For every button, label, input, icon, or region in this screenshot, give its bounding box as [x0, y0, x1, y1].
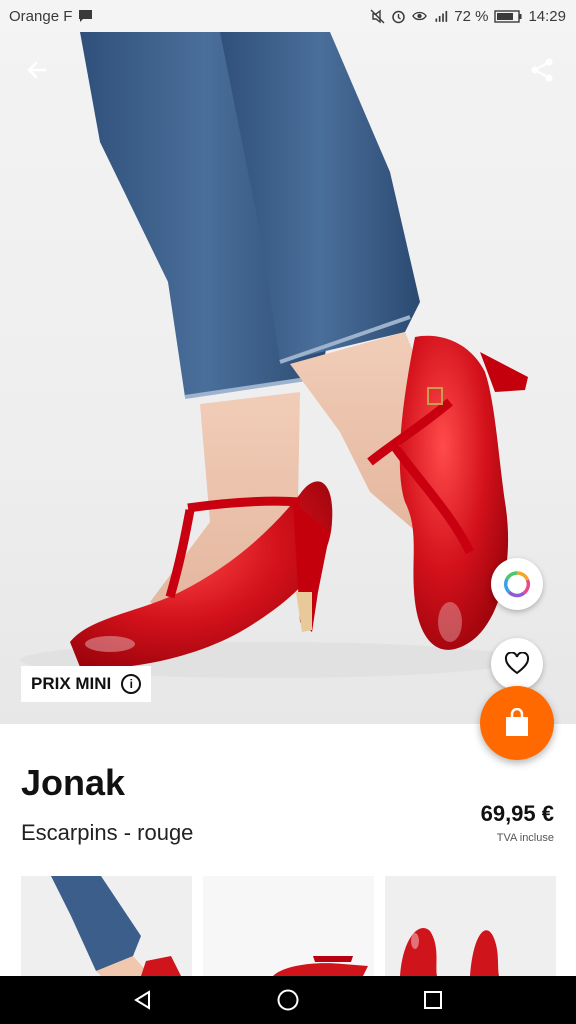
badge-label: PRIX MINI	[31, 674, 112, 693]
battery-icon	[494, 9, 522, 24]
arrow-left-icon	[27, 61, 47, 79]
thumbnail-2[interactable]	[203, 876, 374, 976]
nav-back-button[interactable]	[123, 980, 163, 1020]
color-options-button[interactable]	[491, 558, 543, 610]
favorite-button[interactable]	[491, 638, 543, 690]
message-icon	[78, 9, 93, 24]
status-bar: Orange F 72 % 14:29	[0, 0, 576, 32]
triangle-back-icon	[133, 990, 150, 1010]
prix-mini-badge[interactable]: PRIX MINI i	[21, 666, 152, 702]
mute-icon	[370, 9, 385, 24]
square-recents-icon	[424, 991, 443, 1009]
color-wheel-icon	[503, 571, 531, 598]
shopping-bag-icon	[506, 708, 528, 736]
share-button[interactable]	[526, 54, 558, 86]
thumbnail-3[interactable]	[385, 876, 556, 976]
circle-home-icon	[277, 989, 299, 1011]
clock-time: 14:29	[528, 7, 566, 25]
heart-icon	[504, 652, 530, 675]
system-nav-bar	[0, 976, 576, 1024]
product-hero-image[interactable]: PRIX MINI i	[0, 32, 576, 724]
product-photo	[20, 32, 528, 678]
share-icon	[531, 58, 553, 82]
eye-icon	[412, 9, 428, 24]
thumbnail-1[interactable]	[21, 876, 192, 976]
nav-recents-button[interactable]	[413, 980, 453, 1020]
price: 69,95 €	[480, 801, 554, 826]
carrier-label: Orange F	[9, 7, 73, 25]
nav-home-button[interactable]	[268, 980, 308, 1020]
product-name: Escarpins - rouge	[21, 820, 194, 845]
brand-name[interactable]: Jonak	[21, 762, 125, 804]
back-button[interactable]	[21, 54, 53, 86]
battery-percent: 72 %	[454, 7, 489, 25]
tax-note: TVA incluse	[496, 832, 554, 844]
info-icon[interactable]: i	[121, 674, 142, 694]
alarm-icon	[391, 9, 406, 24]
status-right: 72 % 14:29	[370, 8, 566, 25]
thumbnail-strip	[21, 876, 556, 976]
signal-icon	[433, 9, 448, 24]
add-to-cart-button[interactable]	[480, 686, 554, 760]
status-left: Orange F	[9, 8, 93, 25]
